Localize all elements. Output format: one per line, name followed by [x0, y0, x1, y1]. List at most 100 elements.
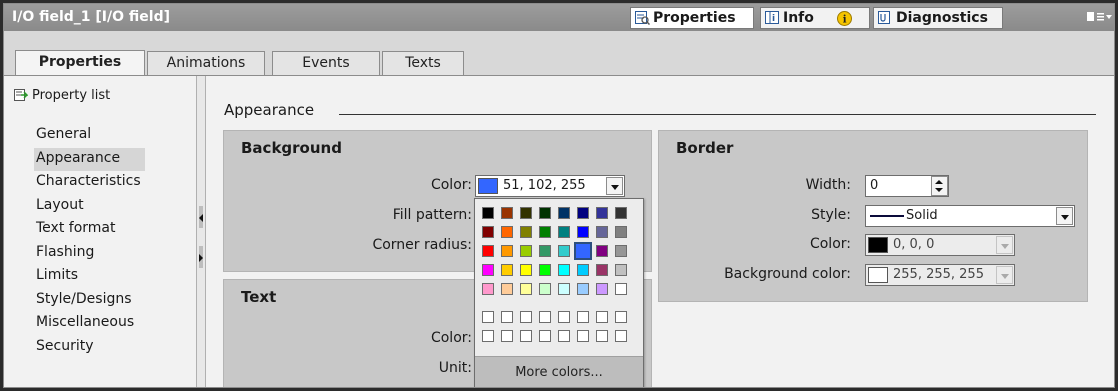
custom-color-swatch[interactable] — [520, 311, 532, 323]
palette-color-swatch[interactable] — [577, 264, 589, 276]
palette-color-swatch[interactable] — [577, 283, 589, 295]
palette-color-swatch[interactable] — [615, 207, 627, 219]
info-icon: i — [837, 11, 852, 26]
custom-color-swatch[interactable] — [577, 330, 589, 342]
border-bg-color-dropdown[interactable]: 255, 255, 255 — [865, 264, 1015, 286]
custom-color-swatch[interactable] — [596, 311, 608, 323]
subtab-properties[interactable]: Properties — [15, 50, 145, 77]
palette-color-swatch[interactable] — [558, 264, 570, 276]
stepper-icon[interactable] — [931, 176, 948, 196]
palette-color-swatch[interactable] — [558, 226, 570, 238]
custom-color-swatch[interactable] — [539, 330, 551, 342]
palette-color-swatch[interactable] — [539, 264, 551, 276]
palette-color-swatch[interactable] — [482, 226, 494, 238]
unit-label: Unit: — [438, 360, 472, 376]
palette-color-swatch[interactable] — [482, 264, 494, 276]
subtab-events[interactable]: Events — [272, 51, 380, 76]
window-menu-icon[interactable] — [1086, 10, 1112, 24]
property-list-header[interactable]: Property list — [14, 88, 110, 103]
splitter[interactable] — [196, 76, 206, 387]
custom-color-swatch[interactable] — [558, 330, 570, 342]
tab-diagnostics-label: Diagnostics — [896, 10, 988, 26]
palette-color-swatch[interactable] — [615, 245, 627, 257]
palette-color-swatch[interactable] — [520, 245, 532, 257]
palette-color-swatch[interactable] — [520, 283, 532, 295]
palette-color-swatch[interactable] — [482, 207, 494, 219]
palette-color-swatch[interactable] — [501, 245, 513, 257]
palette-color-swatch[interactable] — [482, 245, 494, 257]
palette-color-swatch[interactable] — [596, 207, 608, 219]
palette-color-swatch[interactable] — [577, 226, 589, 238]
text-color-label: Color: — [430, 330, 472, 346]
custom-color-swatch[interactable] — [596, 330, 608, 342]
palette-color-swatch[interactable] — [574, 242, 592, 260]
tab-info[interactable]: i Info i — [760, 7, 870, 29]
chevron-down-icon[interactable] — [1056, 207, 1073, 225]
corner-radius-label: Corner radius: — [372, 237, 472, 253]
palette-color-swatch[interactable] — [558, 283, 570, 295]
palette-color-swatch[interactable] — [596, 226, 608, 238]
custom-color-swatch[interactable] — [520, 330, 532, 342]
chevron-down-icon[interactable] — [996, 266, 1013, 284]
palette-color-swatch[interactable] — [482, 283, 494, 295]
custom-color-swatch[interactable] — [577, 311, 589, 323]
border-style-dropdown[interactable]: Solid — [865, 205, 1075, 227]
svg-text:i: i — [843, 15, 847, 26]
custom-color-swatch[interactable] — [482, 311, 494, 323]
nav-item-style-designs[interactable]: Style/Designs — [34, 289, 145, 313]
border-width-input[interactable]: 0 — [865, 175, 949, 197]
palette-color-swatch[interactable] — [558, 207, 570, 219]
palette-color-swatch[interactable] — [539, 245, 551, 257]
palette-color-swatch[interactable] — [501, 226, 513, 238]
tab-info-label: Info — [783, 10, 814, 26]
border-color-dropdown[interactable]: 0, 0, 0 — [865, 234, 1015, 256]
palette-color-swatch[interactable] — [539, 283, 551, 295]
custom-color-swatch[interactable] — [615, 311, 627, 323]
custom-color-swatch[interactable] — [539, 311, 551, 323]
palette-color-swatch[interactable] — [520, 264, 532, 276]
palette-color-swatch[interactable] — [596, 245, 608, 257]
section-title: Appearance — [224, 101, 315, 119]
palette-color-swatch[interactable] — [501, 264, 513, 276]
nav-item-characteristics[interactable]: Characteristics — [34, 171, 145, 195]
subtab-texts[interactable]: Texts — [382, 51, 464, 76]
tab-properties[interactable]: Properties — [630, 7, 754, 29]
background-color-swatch — [478, 178, 498, 194]
background-color-dropdown[interactable]: 51, 102, 255 — [475, 175, 625, 197]
nav-item-text-format[interactable]: Text format — [34, 218, 145, 242]
border-width-label: Width: — [805, 177, 851, 193]
palette-color-swatch[interactable] — [596, 283, 608, 295]
chevron-down-icon[interactable] — [606, 177, 623, 195]
palette-color-swatch[interactable] — [539, 207, 551, 219]
subtab-animations[interactable]: Animations — [147, 51, 265, 76]
palette-color-swatch[interactable] — [539, 226, 551, 238]
inspector-window: I/O field_1 [I/O field] Properties i Inf… — [3, 3, 1115, 388]
palette-color-swatch[interactable] — [615, 226, 627, 238]
palette-color-swatch[interactable] — [615, 283, 627, 295]
nav-item-miscellaneous[interactable]: Miscellaneous — [34, 312, 145, 336]
palette-color-swatch[interactable] — [596, 264, 608, 276]
palette-color-swatch[interactable] — [501, 283, 513, 295]
tab-diagnostics[interactable]: Diagnostics — [873, 7, 1003, 29]
custom-color-swatch[interactable] — [558, 311, 570, 323]
chevron-down-icon[interactable] — [996, 236, 1013, 254]
palette-color-swatch[interactable] — [520, 226, 532, 238]
palette-color-swatch[interactable] — [520, 207, 532, 219]
palette-color-swatch[interactable] — [558, 245, 570, 257]
custom-color-swatch[interactable] — [501, 330, 513, 342]
nav-item-flashing[interactable]: Flashing — [34, 242, 145, 266]
title-bar: I/O field_1 [I/O field] Properties i Inf… — [4, 4, 1114, 31]
nav-item-layout[interactable]: Layout — [34, 195, 145, 219]
nav-item-security[interactable]: Security — [34, 336, 145, 360]
nav-item-limits[interactable]: Limits — [34, 265, 145, 289]
custom-color-swatch[interactable] — [501, 311, 513, 323]
more-colors-button[interactable]: More colors... — [475, 356, 643, 387]
nav-item-general[interactable]: General — [34, 124, 145, 148]
palette-color-swatch[interactable] — [501, 207, 513, 219]
custom-color-swatch[interactable] — [482, 330, 494, 342]
palette-color-swatch[interactable] — [615, 264, 627, 276]
border-color-value: 0, 0, 0 — [893, 237, 935, 252]
custom-color-swatch[interactable] — [615, 330, 627, 342]
palette-color-swatch[interactable] — [577, 207, 589, 219]
nav-item-appearance[interactable]: Appearance — [34, 147, 145, 171]
